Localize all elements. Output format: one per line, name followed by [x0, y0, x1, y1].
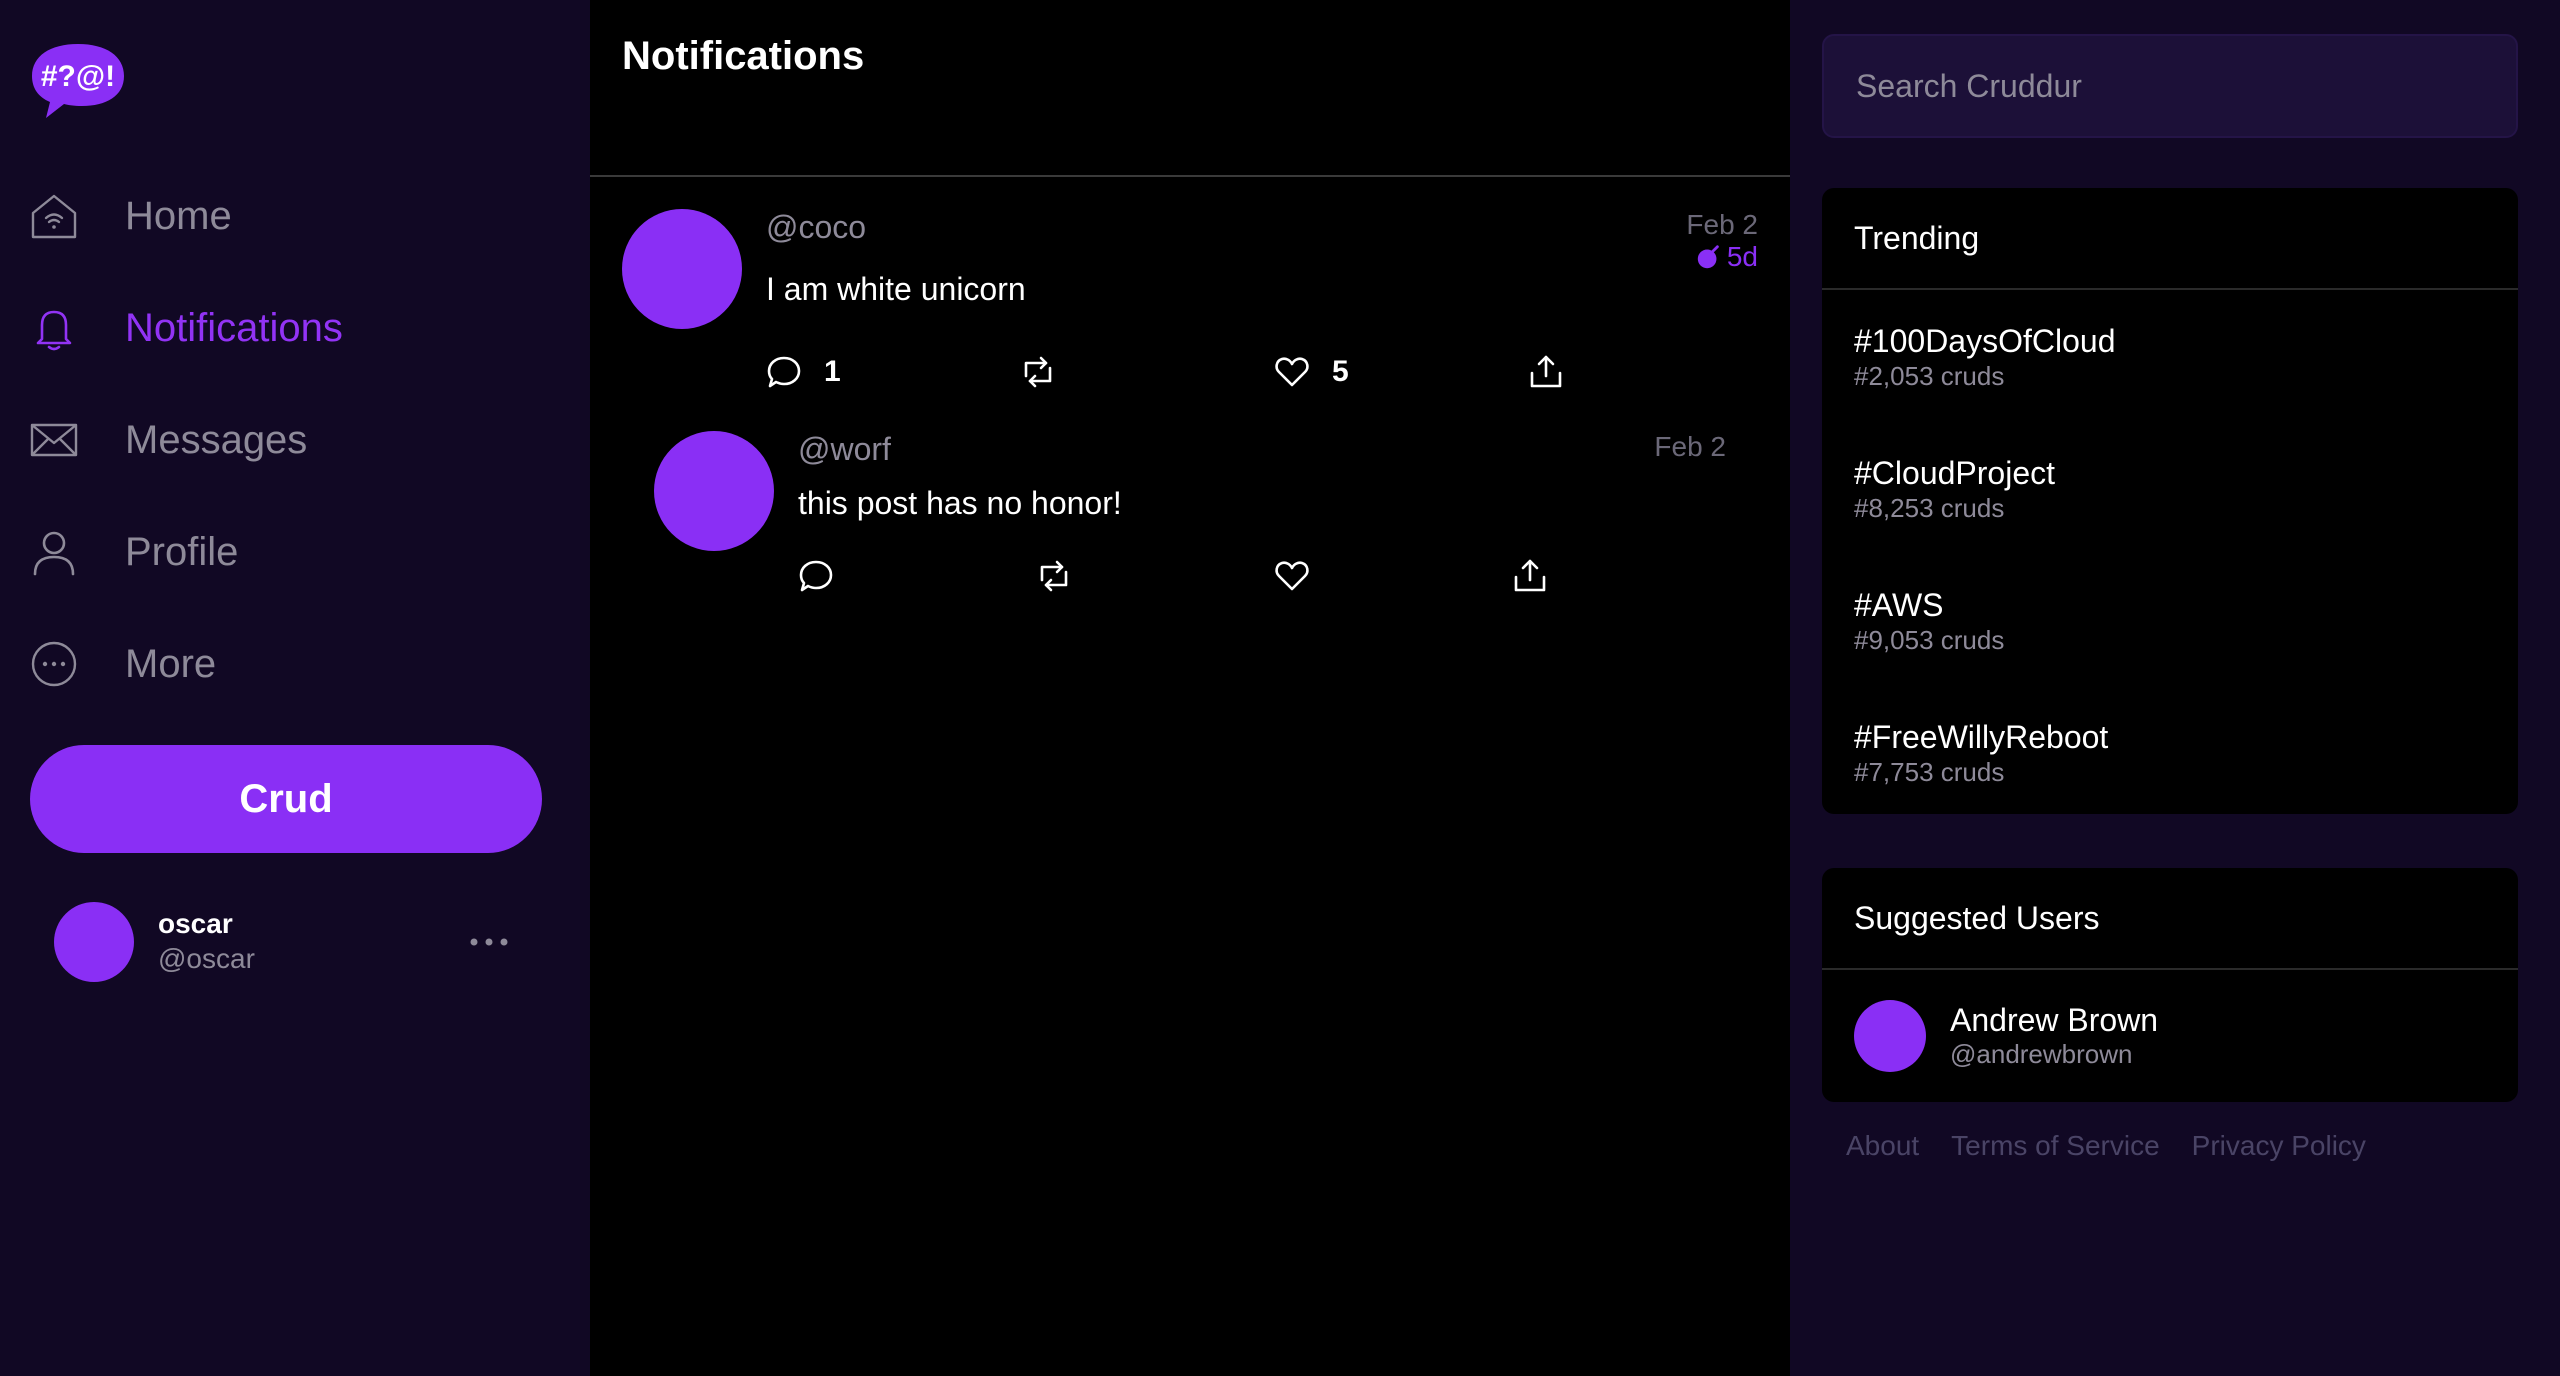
reply-icon — [799, 560, 833, 592]
repost-icon — [1024, 356, 1052, 388]
bell-icon — [28, 302, 80, 354]
activity-item[interactable]: @coco Feb 2 5d I am white unicorn 1 5 — [590, 177, 1790, 431]
repost-icon — [1040, 560, 1068, 592]
activity-date: Feb 2 — [1654, 431, 1726, 462]
app-logo[interactable]: #?@! — [28, 40, 128, 122]
suggested-title: Suggested Users — [1822, 868, 2518, 970]
avatar — [1854, 1000, 1926, 1072]
right-sidebar: Trending #100DaysOfCloud #2,053 cruds #C… — [1790, 0, 2560, 1376]
reply-icon — [767, 356, 801, 388]
crud-button[interactable]: Crud — [30, 745, 542, 853]
trend-item[interactable]: #CloudProject #8,253 cruds — [1822, 422, 2518, 554]
profile-more-button[interactable] — [464, 924, 514, 960]
heart-icon — [1275, 357, 1309, 387]
more-circle-icon — [28, 638, 80, 690]
suggested-user-handle: @andrewbrown — [1950, 1039, 2133, 1069]
page-title: Notifications — [622, 34, 865, 78]
nav-item-more[interactable]: More — [28, 608, 568, 720]
nav-item-home[interactable]: Home — [28, 160, 568, 272]
main-feed: Notifications @coco Feb 2 5d I am white … — [590, 0, 1790, 1376]
profile-text: oscar @oscar — [158, 907, 255, 977]
profile-handle: @oscar — [158, 943, 255, 974]
suggested-users-panel: Suggested Users Andrew Brown @andrewbrow… — [1822, 868, 2518, 1102]
like-button[interactable] — [1274, 558, 1512, 594]
avatar — [54, 902, 134, 982]
repost-button[interactable] — [1036, 558, 1274, 594]
activity-message: this post has no honor! — [798, 485, 1122, 521]
avatar[interactable] — [654, 431, 774, 551]
feed-header: Notifications — [590, 0, 1790, 177]
trend-count: #7,753 cruds — [1854, 757, 2005, 787]
trending-panel: Trending #100DaysOfCloud #2,053 cruds #C… — [1822, 188, 2518, 814]
avatar[interactable] — [622, 209, 742, 329]
reply-button[interactable]: 1 — [766, 354, 1020, 390]
trending-title: Trending — [1822, 188, 2518, 290]
footer-link-terms[interactable]: Terms of Service — [1951, 1130, 2160, 1162]
activity-handle[interactable]: @worf — [798, 431, 891, 468]
suggested-user-text: Andrew Brown @andrewbrown — [1950, 1002, 2158, 1070]
activity-actions — [798, 551, 1750, 601]
suggested-user-name: Andrew Brown — [1950, 1002, 2159, 1038]
share-button[interactable] — [1528, 354, 1782, 390]
trend-tag: #CloudProject — [1854, 455, 2055, 491]
trend-tag: #FreeWillyReboot — [1854, 719, 2109, 755]
search-input[interactable] — [1822, 34, 2518, 138]
nav-item-notifications[interactable]: Notifications — [28, 272, 568, 384]
repost-button[interactable] — [1020, 354, 1274, 390]
reply-button[interactable] — [798, 558, 1036, 594]
trend-item[interactable]: #FreeWillyReboot #7,753 cruds — [1822, 686, 2518, 814]
trend-item[interactable]: #AWS #9,053 cruds — [1822, 554, 2518, 686]
ellipsis-icon — [470, 938, 508, 946]
activity-item-reply[interactable]: @worf Feb 2 this post has no honor! — [590, 431, 1790, 685]
main-nav: Home Notifications Messages Profile More — [28, 160, 568, 720]
share-icon — [1514, 559, 1546, 592]
bomb-icon — [1697, 245, 1719, 269]
nav-label-notifications: Notifications — [125, 305, 343, 350]
home-icon — [28, 190, 80, 242]
nav-item-messages[interactable]: Messages — [28, 384, 568, 496]
nav-label-messages: Messages — [125, 417, 308, 462]
footer-links: About Terms of Service Privacy Policy — [1846, 1130, 2398, 1162]
logo-text: #?@! — [41, 60, 115, 93]
like-count: 5 — [1332, 355, 1349, 388]
heart-icon — [1275, 561, 1309, 591]
person-icon — [28, 526, 80, 578]
trend-item[interactable]: #100DaysOfCloud #2,053 cruds — [1822, 290, 2518, 422]
share-button[interactable] — [1512, 558, 1750, 594]
activity-message: I am white unicorn — [766, 271, 1026, 307]
logo-speech-bubble-icon: #?@! — [32, 44, 124, 118]
nav-label-profile: Profile — [125, 529, 239, 574]
left-sidebar: #?@! Home Notifications Messages Profile… — [0, 0, 590, 1376]
activity-expires-text: 5d — [1726, 241, 1758, 272]
reply-count: 1 — [824, 355, 841, 388]
profile-widget[interactable]: oscar @oscar — [54, 902, 514, 982]
suggested-user[interactable]: Andrew Brown @andrewbrown — [1822, 970, 2518, 1102]
share-icon — [1530, 355, 1562, 388]
nav-item-profile[interactable]: Profile — [28, 496, 568, 608]
activity-actions: 1 5 — [766, 347, 1782, 397]
activity-date: Feb 2 — [1686, 209, 1758, 240]
nav-label-more: More — [125, 641, 217, 686]
footer-link-about[interactable]: About — [1846, 1130, 1919, 1162]
trend-count: #8,253 cruds — [1854, 493, 2005, 523]
activity-expires: 5d — [1695, 241, 1758, 273]
trend-count: #9,053 cruds — [1854, 625, 2005, 655]
trend-tag: #100DaysOfCloud — [1854, 323, 2116, 359]
activity-handle[interactable]: @coco — [766, 209, 866, 246]
envelope-icon — [28, 414, 80, 466]
trend-tag: #AWS — [1854, 587, 1944, 623]
like-button[interactable]: 5 — [1274, 354, 1528, 390]
footer-link-privacy[interactable]: Privacy Policy — [2192, 1130, 2366, 1162]
app-root: #?@! Home Notifications Messages Profile… — [0, 0, 2560, 1376]
profile-name: oscar — [158, 908, 233, 939]
trend-count: #2,053 cruds — [1854, 361, 2005, 391]
nav-label-home: Home — [125, 193, 232, 238]
